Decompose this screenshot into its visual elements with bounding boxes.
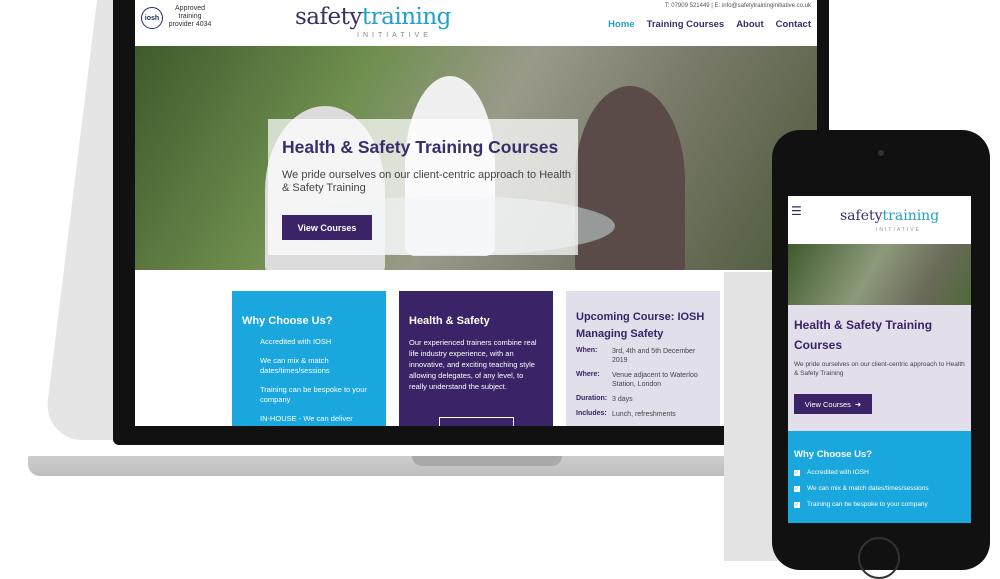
iosh-logo-icon: iosh (141, 7, 163, 29)
mobile-why-choose-us: Why Choose Us? ✓ Accredited with IOSH ✓ We… (788, 431, 971, 523)
button-label: View Courses (804, 399, 851, 409)
list-item: Accredited with IOSH (260, 337, 332, 346)
list-item: IN-HOUSE - We can deliver (260, 414, 353, 423)
logo-subtitle: INITIATIVE (357, 32, 432, 39)
nav-home[interactable]: Home (608, 19, 634, 30)
hamburger-menu-icon[interactable]: ☰ (791, 205, 802, 217)
detail-label: Where: (576, 371, 600, 378)
mobile-hero-text: Health & Safety Training Courses We prid… (788, 305, 971, 431)
site-logo[interactable]: safetytraining (295, 4, 451, 30)
laptop-notch (412, 456, 562, 466)
view-courses-button[interactable]: View Courses (282, 215, 372, 240)
list-item: ✓ Training can be bespoke to your company (794, 501, 929, 508)
health-safety-title: Health & Safety (409, 315, 490, 327)
detail-label: Includes: (576, 410, 607, 417)
nav-contact[interactable]: Contact (776, 19, 811, 30)
mobile-hero-photo (788, 244, 971, 305)
mobile-logo-subtitle: INITIATIVE (876, 227, 921, 233)
checkbox-icon: ✓ (794, 501, 800, 508)
laptop-screen: iosh Approved training provider 4034 saf… (135, 0, 817, 426)
feature-cards: Why Choose Us? Accredited with IOSH We c… (232, 291, 721, 426)
contact-line: T: 07909 521449 | E: info@safetytraining… (664, 3, 811, 9)
list-item-label: We can mix & match dates/times/sessions (807, 485, 929, 492)
list-item: Training can be bespoke to your company (260, 385, 367, 404)
laptop-base (28, 456, 770, 476)
health-safety-button[interactable] (439, 417, 514, 426)
logo-word-safety: safety (840, 208, 883, 224)
course-detail-row: Duration: 3 days (576, 395, 710, 404)
phone-screen: ☰ safetytraining INITIATIVE Health & Saf… (788, 196, 971, 523)
hero-subtitle: We pride ourselves on our client-centric… (282, 169, 572, 194)
course-detail-row: Includes: Lunch, refreshments (576, 410, 710, 419)
phone-home-button[interactable] (858, 537, 900, 579)
detail-value: Venue adjacent to Waterloo Station, Lond… (612, 372, 698, 388)
detail-value: Lunch, refreshments (612, 411, 676, 418)
why-choose-us-title: Why Choose Us? (242, 315, 333, 327)
approved-provider-caption: Approved training provider 4034 (168, 5, 212, 28)
mobile-hero-subtitle: We pride ourselves on our client-centric… (794, 361, 965, 377)
upcoming-course-card: Upcoming Course: IOSH Managing Safety Wh… (566, 291, 720, 426)
mobile-header: ☰ safetytraining INITIATIVE (788, 196, 971, 244)
mobile-logo[interactable]: safetytraining (840, 208, 939, 224)
hero-overlay: Health & Safety Training Courses We prid… (268, 119, 578, 255)
list-item-label: Training can be bespoke to your company (807, 501, 928, 508)
logo-word-safety: safety (295, 4, 362, 30)
course-detail-row: Where: Venue adjacent to Waterloo Statio… (576, 371, 710, 389)
mobile-hero-title: Health & Safety Training Courses (794, 318, 933, 352)
logo-word-training: training (361, 4, 452, 30)
detail-label: When: (576, 347, 598, 354)
list-item: ✓ We can mix & match dates/times/sessions (794, 485, 929, 492)
phone-camera-icon (878, 150, 884, 156)
mobile-why-title: Why Choose Us? (794, 449, 873, 460)
why-choose-us-card: Why Choose Us? Accredited with IOSH We c… (232, 291, 386, 426)
logo-word-training: training (882, 208, 940, 224)
upcoming-course-title: Upcoming Course: IOSH Managing Safety (576, 311, 705, 340)
hero-person (575, 86, 685, 270)
list-item-label: Accredited with IOSH (807, 469, 869, 476)
hero-title: Health & Safety Training Courses (282, 137, 559, 157)
checkbox-icon: ✓ (794, 469, 800, 476)
hero-photo: Health & Safety Training Courses We prid… (135, 46, 817, 270)
checkbox-icon: ✓ (794, 485, 800, 492)
site-header: iosh Approved training provider 4034 saf… (135, 0, 817, 46)
detail-value: 3rd, 4th and 5th December 2019 (612, 348, 696, 364)
nav-about[interactable]: About (736, 19, 763, 30)
detail-label: Duration: (576, 395, 608, 402)
list-item: We can mix & match dates/times/sessions (260, 356, 330, 375)
nav-training-courses[interactable]: Training Courses (647, 19, 725, 30)
mobile-view-courses-button[interactable]: View Courses ➜ (794, 394, 872, 414)
course-detail-row: When: 3rd, 4th and 5th December 2019 (576, 347, 710, 365)
list-item: ✓ Accredited with IOSH (794, 469, 929, 476)
detail-value: 3 days (612, 396, 633, 403)
health-safety-text: Our experienced trainers combine real li… (409, 338, 537, 391)
main-nav: Home Training Courses About Contact (608, 19, 811, 30)
health-safety-card: Health & Safety Our experienced trainers… (399, 291, 553, 426)
arrow-right-icon: ➜ (854, 399, 862, 409)
